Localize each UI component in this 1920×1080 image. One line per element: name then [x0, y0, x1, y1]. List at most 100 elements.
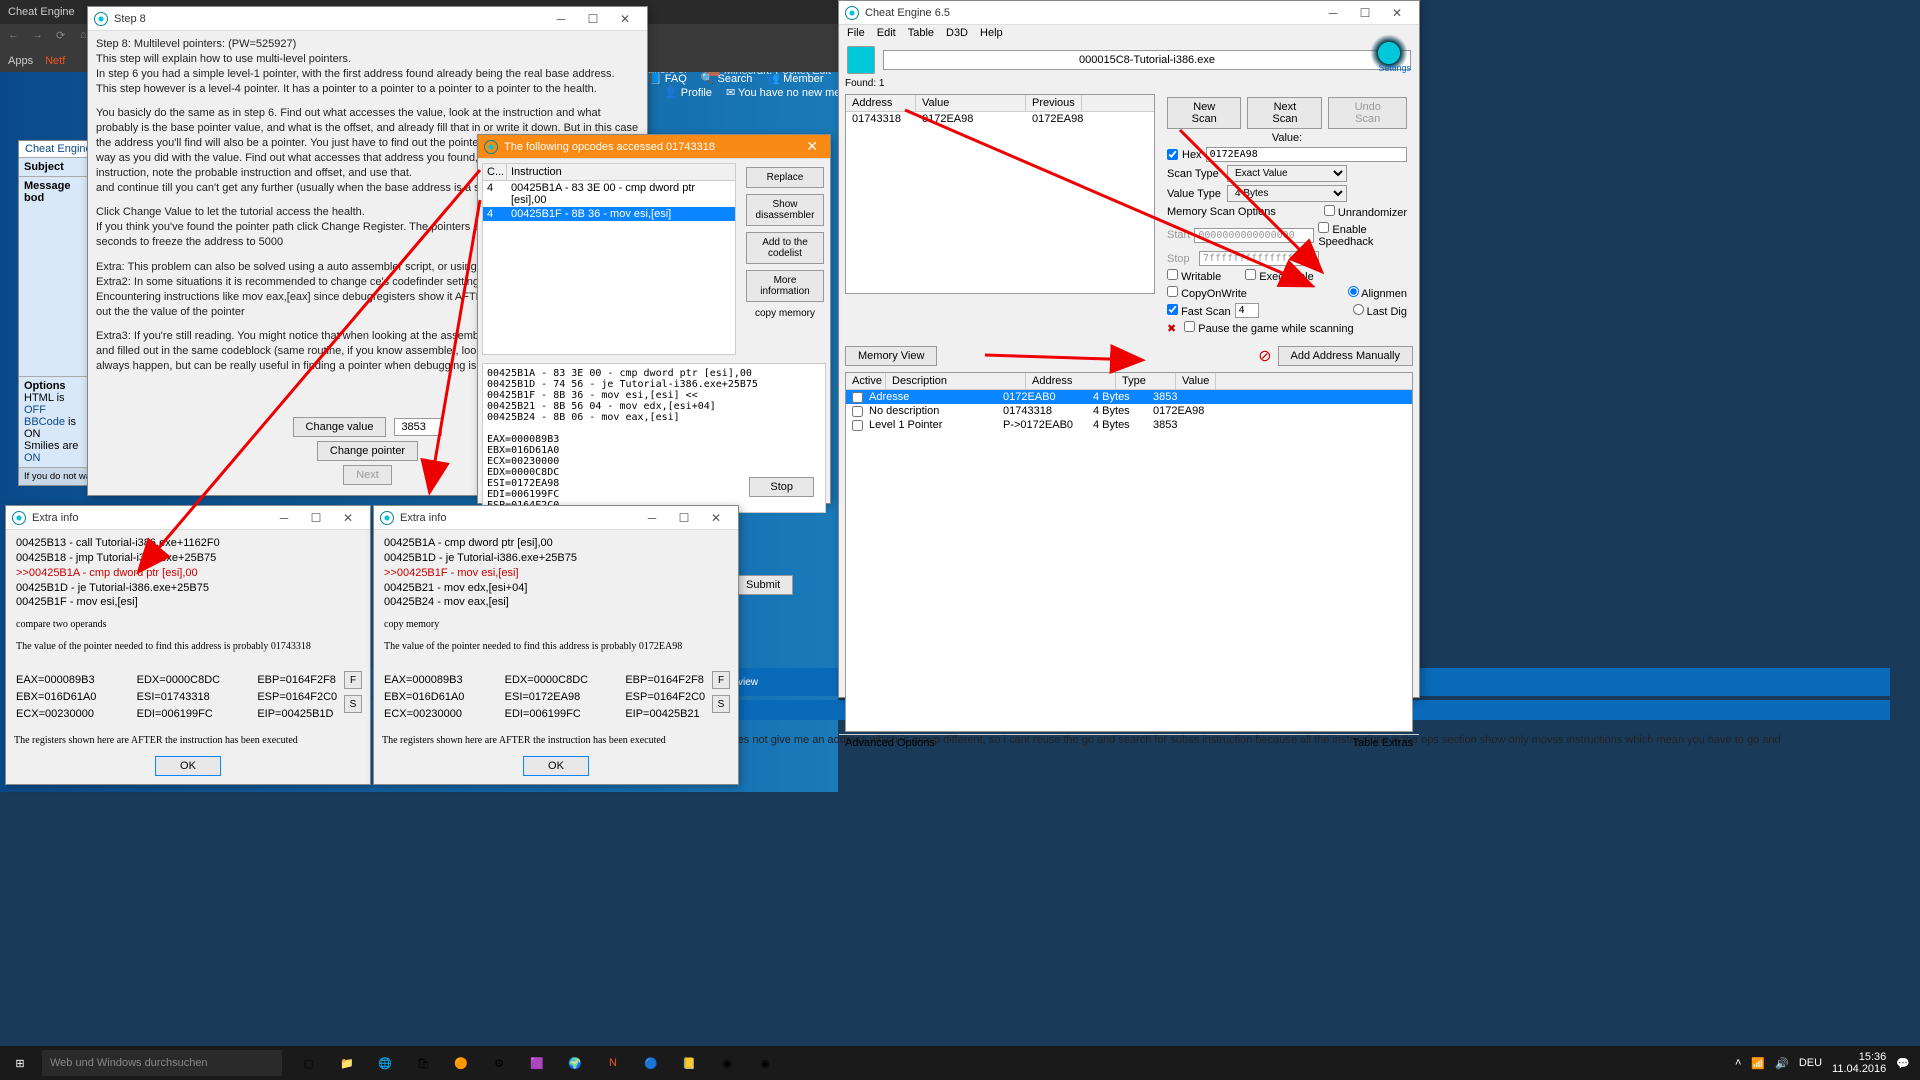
table-row[interactable]: No description017433184 Bytes0172EA98	[846, 404, 1412, 418]
settings-link[interactable]: Settings	[1378, 63, 1411, 73]
value-input[interactable]	[394, 418, 442, 436]
close-button[interactable]: ✕	[609, 9, 641, 29]
unrandomizer-checkbox[interactable]	[1324, 205, 1335, 216]
align-radio[interactable]	[1348, 286, 1359, 297]
menu-d3d[interactable]: D3D	[946, 27, 968, 41]
addcode-button[interactable]: Add to the codelist	[746, 232, 824, 264]
minimize-button[interactable]: ─	[545, 9, 577, 29]
valtype-select[interactable]: 4 Bytes	[1227, 185, 1347, 202]
ce-taskbar-icon[interactable]: ◉	[746, 1046, 784, 1080]
change-pointer-button[interactable]: Change pointer	[317, 441, 418, 461]
next-scan-button[interactable]: Next Scan	[1247, 97, 1322, 129]
address-table[interactable]: Active Description Address Type Value Ad…	[845, 372, 1413, 732]
menu-file[interactable]: File	[847, 27, 865, 41]
app-icon[interactable]: 🌍	[556, 1046, 594, 1080]
lang-indicator[interactable]: DEU	[1799, 1057, 1822, 1069]
table-extras[interactable]: Table Extras	[1352, 737, 1413, 749]
notifications-icon[interactable]: 💬	[1896, 1057, 1910, 1070]
writable-checkbox[interactable]	[1167, 269, 1178, 280]
netflix-bookmark[interactable]: Netf	[45, 55, 65, 67]
submit-button[interactable]: Submit	[733, 575, 793, 595]
opcode-row[interactable]: 400425B1A - 83 3E 00 - cmp dword ptr [es…	[483, 181, 735, 207]
start-input[interactable]	[1194, 228, 1314, 243]
members-link[interactable]: 👥 Member	[766, 72, 823, 85]
maximize-button[interactable]: ☐	[577, 9, 609, 29]
value-input[interactable]	[1206, 147, 1407, 162]
fastscan-input[interactable]	[1235, 303, 1259, 318]
delete-icon[interactable]: ⊘	[1258, 346, 1271, 366]
search-link[interactable]: 🔍 Search	[701, 72, 753, 85]
float-button[interactable]: F	[344, 671, 362, 689]
memory-view-button[interactable]: Memory View	[845, 346, 937, 366]
menu-table[interactable]: Table	[908, 27, 934, 41]
start-button[interactable]: ⊞	[0, 1046, 40, 1080]
close-button[interactable]: ✕	[1381, 3, 1413, 23]
moreinfo-button[interactable]: More information	[746, 270, 824, 302]
netflix-icon[interactable]: N	[594, 1046, 632, 1080]
maximize-button[interactable]: ☐	[300, 508, 332, 528]
app-icon[interactable]: 🟠	[442, 1046, 480, 1080]
scantype-select[interactable]: Exact Value	[1227, 165, 1347, 182]
menu-help[interactable]: Help	[980, 27, 1003, 41]
advanced-options[interactable]: Advanced Options	[845, 737, 935, 749]
menu-edit[interactable]: Edit	[877, 27, 896, 41]
clock-date[interactable]: 11.04.2016	[1832, 1063, 1886, 1075]
minimize-button[interactable]: ─	[268, 508, 300, 528]
lastdig-radio[interactable]	[1353, 304, 1364, 315]
maximize-button[interactable]: ☐	[1349, 3, 1381, 23]
network-icon[interactable]: 📶	[1751, 1057, 1765, 1070]
close-button[interactable]: ✕	[700, 508, 732, 528]
result-row[interactable]: 017433180172EA980172EA98	[846, 112, 1154, 126]
minimize-button[interactable]: ─	[636, 508, 668, 528]
fwd-icon[interactable]: →	[32, 29, 48, 45]
steam-icon[interactable]: ⚙	[480, 1046, 518, 1080]
edge-icon[interactable]: 🌐	[366, 1046, 404, 1080]
opcode-row[interactable]: 400425B1F - 8B 36 - mov esi,[esi]	[483, 207, 735, 221]
pause-checkbox[interactable]	[1184, 321, 1195, 332]
fastscan-checkbox[interactable]	[1167, 304, 1178, 315]
disasm-button[interactable]: Show disassembler	[746, 194, 824, 226]
add-address-button[interactable]: Add Address Manually	[1278, 346, 1413, 366]
chrome-icon[interactable]: 🔵	[632, 1046, 670, 1080]
cow-checkbox[interactable]	[1167, 286, 1178, 297]
process-name[interactable]: 000015C8-Tutorial-i386.exe	[883, 50, 1411, 70]
tray-up-icon[interactable]: ˄	[1735, 1057, 1741, 1069]
stop-button[interactable]: Stop	[749, 477, 814, 497]
volume-icon[interactable]: 🔊	[1775, 1057, 1789, 1070]
stack-button[interactable]: S	[344, 695, 362, 713]
new-scan-button[interactable]: New Scan	[1167, 97, 1241, 129]
process-icon[interactable]	[847, 46, 875, 74]
stop-input[interactable]	[1199, 251, 1319, 266]
maximize-button[interactable]: ☐	[668, 508, 700, 528]
ok-button[interactable]: OK	[523, 756, 589, 776]
close-button[interactable]: ✕	[800, 138, 824, 155]
taskbar-search[interactable]: Web und Windows durchsuchen	[42, 1050, 282, 1076]
float-button[interactable]: F	[712, 671, 730, 689]
browser-tab[interactable]: Cheat Engine	[8, 6, 75, 18]
profile-link[interactable]: 👤 Profile	[664, 86, 712, 99]
opcode-list[interactable]: C...Instruction 400425B1A - 83 3E 00 - c…	[482, 163, 736, 355]
speedhack-checkbox[interactable]	[1318, 222, 1329, 233]
table-row[interactable]: Level 1 PointerP->0172EAB04 Bytes3853	[846, 418, 1412, 432]
clock-time[interactable]: 15:36	[1832, 1051, 1886, 1063]
scan-results[interactable]: AddressValuePrevious 017433180172EA98017…	[845, 94, 1155, 294]
explorer-icon[interactable]: 📁	[328, 1046, 366, 1080]
store-icon[interactable]: 🛍	[404, 1046, 442, 1080]
notes-icon[interactable]: 📒	[670, 1046, 708, 1080]
back-icon[interactable]: ←	[8, 29, 24, 45]
minimize-button[interactable]: ─	[1317, 3, 1349, 23]
apps-bookmark[interactable]: Apps	[8, 55, 33, 67]
ok-button[interactable]: OK	[155, 756, 221, 776]
app-icon[interactable]: 🟪	[518, 1046, 556, 1080]
replace-button[interactable]: Replace	[746, 167, 824, 188]
close-button[interactable]: ✕	[332, 508, 364, 528]
change-value-button[interactable]: Change value	[293, 417, 387, 437]
hex-checkbox[interactable]	[1167, 149, 1178, 160]
ce-taskbar-icon[interactable]: ◉	[708, 1046, 746, 1080]
task-view-icon[interactable]: ▢	[290, 1046, 328, 1080]
faq-link[interactable]: 📘 FAQ	[648, 72, 687, 85]
reload-icon[interactable]: ⟳	[56, 29, 72, 45]
table-row[interactable]: Adresse0172EAB04 Bytes3853	[846, 390, 1412, 404]
exec-checkbox[interactable]	[1245, 269, 1256, 280]
stack-button[interactable]: S	[712, 695, 730, 713]
